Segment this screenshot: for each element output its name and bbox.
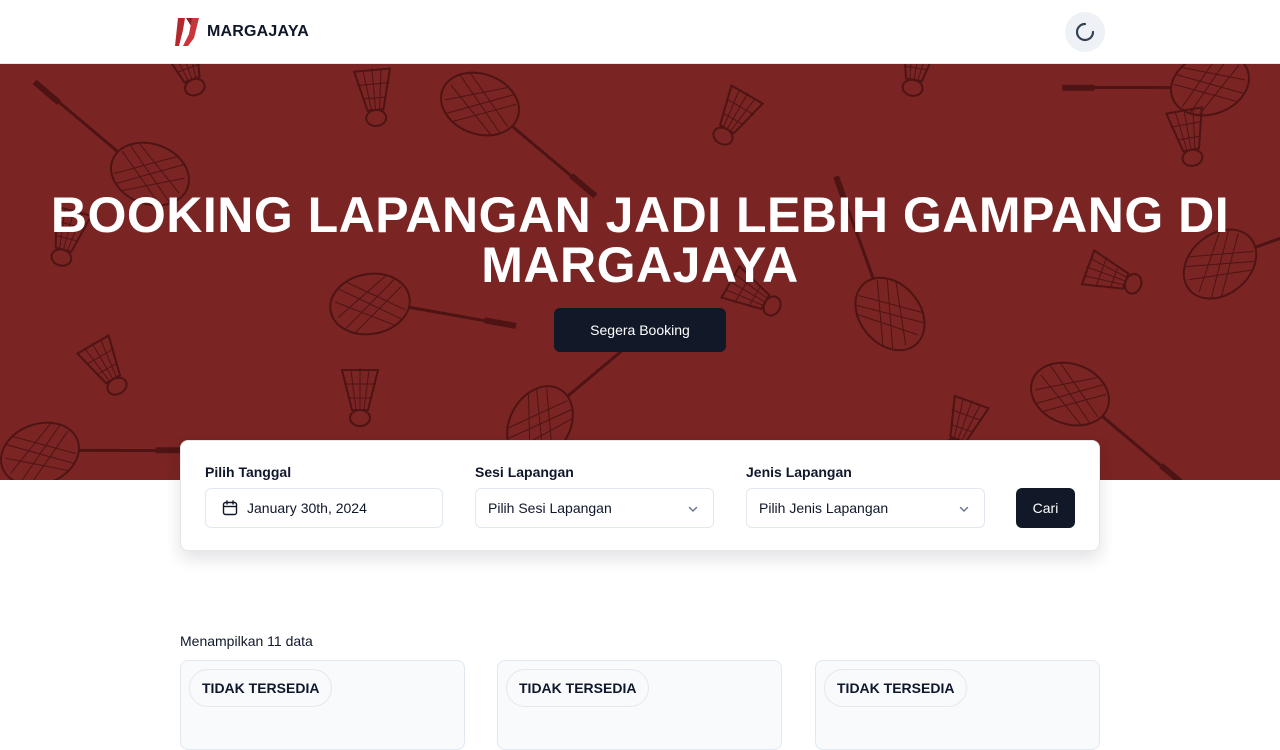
booking-filter-card: Pilih Tanggal January 30th, 2024 Sesi La… [180, 440, 1100, 551]
user-menu-button[interactable] [1065, 12, 1105, 52]
hero-title: BOOKING LAPANGAN JADI LEBIH GAMPANG DI M… [50, 187, 1230, 293]
court-type-select[interactable]: Pilih Jenis Lapangan [746, 488, 985, 528]
margajaya-logo-icon [175, 18, 199, 46]
court-card[interactable]: TIDAK TERSEDIA [497, 660, 782, 750]
session-select[interactable]: Pilih Sesi Lapangan [475, 488, 714, 528]
type-label: Jenis Lapangan [746, 464, 852, 480]
chevron-down-icon [959, 506, 969, 512]
brand[interactable]: MARGAJAYA [175, 16, 309, 48]
top-navbar: MARGAJAYA [0, 0, 1280, 64]
status-badge: TIDAK TERSEDIA [189, 669, 333, 707]
hero-section: BOOKING LAPANGAN JADI LEBIH GAMPANG DI M… [0, 64, 1280, 480]
loading-spinner-icon [1075, 22, 1095, 42]
date-picker[interactable]: January 30th, 2024 [205, 488, 443, 528]
session-placeholder: Pilih Sesi Lapangan [488, 500, 612, 516]
date-label: Pilih Tanggal [205, 464, 292, 480]
book-now-button[interactable]: Segera Booking [554, 308, 726, 352]
status-badge: TIDAK TERSEDIA [506, 669, 650, 707]
result-count: Menampilkan 11 data [180, 633, 313, 649]
status-badge: TIDAK TERSEDIA [824, 669, 968, 707]
brand-name: MARGAJAYA [207, 23, 309, 40]
court-card[interactable]: TIDAK TERSEDIA [815, 660, 1100, 750]
court-type-placeholder: Pilih Jenis Lapangan [759, 500, 889, 516]
calendar-icon [222, 500, 238, 516]
court-card[interactable]: TIDAK TERSEDIA [180, 660, 465, 750]
session-label: Sesi Lapangan [475, 464, 574, 480]
date-value: January 30th, 2024 [247, 500, 367, 516]
chevron-down-icon [688, 506, 698, 512]
search-button[interactable]: Cari [1016, 488, 1075, 528]
